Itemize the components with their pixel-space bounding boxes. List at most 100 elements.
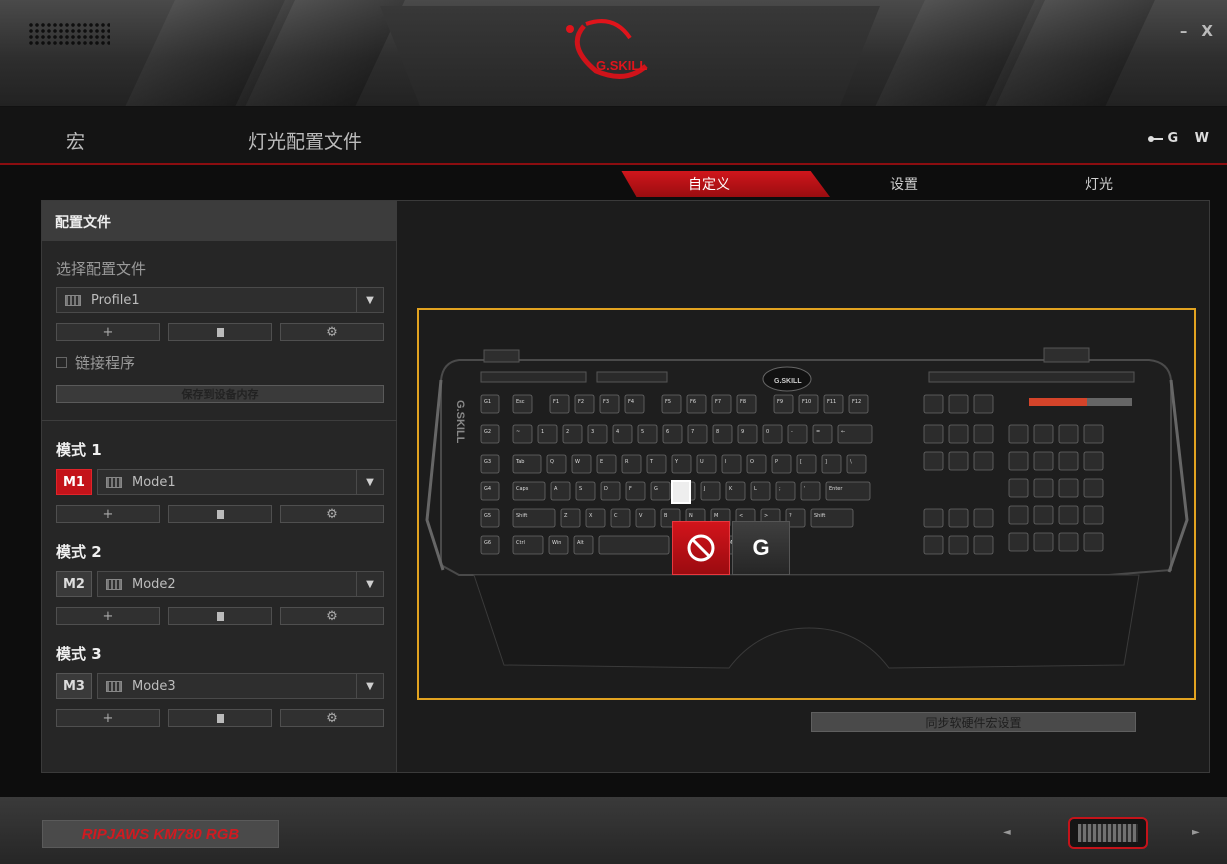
keyboard-key-label: J xyxy=(703,486,705,492)
tab-custom[interactable]: 自定义 xyxy=(688,174,730,194)
keyboard-key-label: 1 xyxy=(541,429,544,435)
mode-2-select-value: Mode2 xyxy=(132,576,176,592)
keyboard-key-label: M xyxy=(714,513,718,519)
keyboard-key[interactable] xyxy=(973,424,994,444)
keyboard-key[interactable] xyxy=(948,535,969,555)
keyboard-key[interactable] xyxy=(598,535,670,555)
mode-3-settings-button[interactable]: ⚙ xyxy=(280,709,384,727)
keyboard-key[interactable] xyxy=(1008,532,1029,552)
keyboard-key[interactable] xyxy=(1058,451,1079,471)
keyboard-key-label: F11 xyxy=(827,399,836,405)
keyboard-key-label: G xyxy=(654,486,658,492)
keyboard-key-label: ? xyxy=(789,513,792,519)
keyboard-key[interactable] xyxy=(1058,478,1079,498)
link-program-checkbox[interactable] xyxy=(56,357,67,368)
keyboard-key[interactable] xyxy=(1033,532,1054,552)
keyboard-key-label: 3 xyxy=(591,429,594,435)
keyboard-key[interactable] xyxy=(923,451,944,471)
select-profile-label: 选择配置文件 xyxy=(56,260,147,278)
keyboard-key[interactable] xyxy=(948,451,969,471)
keyboard-key-label: F1 xyxy=(553,399,559,405)
mode-3-badge[interactable]: M3 xyxy=(56,673,92,699)
brand-mark: G W xyxy=(1147,131,1215,146)
keyboard-key[interactable] xyxy=(948,424,969,444)
keyboard-key[interactable] xyxy=(1083,451,1104,471)
mode-2-select[interactable]: Mode2 ▼ xyxy=(97,571,384,597)
add-mode-3-button[interactable]: + xyxy=(56,709,160,727)
keyboard-key[interactable] xyxy=(1033,424,1054,444)
keyboard-key[interactable] xyxy=(973,508,994,528)
keyboard-key[interactable] xyxy=(1083,478,1104,498)
keyboard-key[interactable] xyxy=(1083,532,1104,552)
mode-1-select[interactable]: Mode1 ▼ xyxy=(97,469,384,495)
previous-device-button[interactable]: ◄ xyxy=(1003,827,1011,838)
chevron-down-icon[interactable]: ▼ xyxy=(356,674,383,698)
keyboard-key-label: F xyxy=(629,486,632,492)
chevron-down-icon[interactable]: ▼ xyxy=(356,470,383,494)
profile-select-value: Profile1 xyxy=(91,292,140,308)
keyboard-key[interactable] xyxy=(1058,532,1079,552)
keyboard-key-label: F4 xyxy=(628,399,634,405)
delete-mode-3-button[interactable] xyxy=(168,709,272,727)
keyboard-key[interactable] xyxy=(1058,505,1079,525)
mode-1-badge[interactable]: M1 xyxy=(56,469,92,495)
keyboard-key[interactable] xyxy=(1008,505,1029,525)
keyboard-key[interactable] xyxy=(1058,424,1079,444)
tab-settings[interactable]: 设置 xyxy=(890,174,918,194)
minimize-button[interactable]: – xyxy=(1180,22,1188,40)
close-button[interactable]: X xyxy=(1201,22,1213,40)
keyboard-key[interactable] xyxy=(1083,424,1104,444)
keyboard-key-label: F8 xyxy=(740,399,746,405)
save-to-memory-button[interactable]: 保存到设备内存 xyxy=(56,385,384,403)
keyboard-key[interactable] xyxy=(973,394,994,414)
keyboard-key-label: D xyxy=(604,486,608,492)
mode-2-badge[interactable]: M2 xyxy=(56,571,92,597)
mode-1-settings-button[interactable]: ⚙ xyxy=(280,505,384,523)
nav-item-lighting-profile[interactable]: 灯光配置文件 xyxy=(248,127,362,154)
add-mode-1-button[interactable]: + xyxy=(56,505,160,523)
link-program-row[interactable]: 链接程序 xyxy=(56,352,135,373)
mode-3-select[interactable]: Mode3 ▼ xyxy=(97,673,384,699)
disable-key-button[interactable] xyxy=(672,521,730,575)
macro-g-key-button[interactable]: G xyxy=(732,521,790,575)
keyboard-key[interactable] xyxy=(948,394,969,414)
keyboard-key-label: ' xyxy=(804,486,805,492)
device-thumbnail[interactable] xyxy=(1068,817,1148,849)
sync-macro-settings-button[interactable]: 同步软硬件宏设置 xyxy=(811,712,1136,732)
profile-settings-button[interactable]: ⚙ xyxy=(280,323,384,341)
keyboard-key[interactable] xyxy=(1008,478,1029,498)
keyboard-key[interactable] xyxy=(1033,478,1054,498)
keyboard-key[interactable] xyxy=(1083,505,1104,525)
keyboard-key[interactable] xyxy=(1008,451,1029,471)
keyboard-key[interactable] xyxy=(1008,424,1029,444)
keyboard-key-label: ~ xyxy=(516,429,520,435)
keyboard-key[interactable] xyxy=(923,508,944,528)
chevron-down-icon[interactable]: ▼ xyxy=(356,288,383,312)
selected-key-highlight[interactable] xyxy=(671,480,691,504)
next-device-button[interactable]: ► xyxy=(1192,827,1200,838)
tab-lighting[interactable]: 灯光 xyxy=(1085,174,1113,194)
delete-profile-button[interactable] xyxy=(168,323,272,341)
delete-mode-2-button[interactable] xyxy=(168,607,272,625)
keyboard-key[interactable] xyxy=(923,535,944,555)
keyboard-key-label: ← xyxy=(841,429,845,435)
keyboard-key[interactable] xyxy=(948,508,969,528)
keyboard-key[interactable] xyxy=(923,424,944,444)
add-profile-button[interactable]: + xyxy=(56,323,160,341)
keyboard-key[interactable] xyxy=(923,394,944,414)
keyboard-key[interactable] xyxy=(973,451,994,471)
nav-item-macro[interactable]: 宏 xyxy=(66,127,85,154)
mode-2-settings-button[interactable]: ⚙ xyxy=(280,607,384,625)
profile-select[interactable]: Profile1 ▼ xyxy=(56,287,384,313)
keyboard-key[interactable] xyxy=(973,535,994,555)
chevron-down-icon[interactable]: ▼ xyxy=(356,572,383,596)
keyboard-key-label: G4 xyxy=(484,486,491,492)
keyboard-key[interactable] xyxy=(1033,505,1054,525)
keyboard-key[interactable] xyxy=(1033,451,1054,471)
delete-mode-1-button[interactable] xyxy=(168,505,272,523)
keyboard-key-label: L xyxy=(754,486,757,492)
keyboard-key-label: F2 xyxy=(578,399,584,405)
add-mode-2-button[interactable]: + xyxy=(56,607,160,625)
mode-3-select-value: Mode3 xyxy=(132,678,176,694)
keyboard-key-label: C xyxy=(614,513,618,519)
